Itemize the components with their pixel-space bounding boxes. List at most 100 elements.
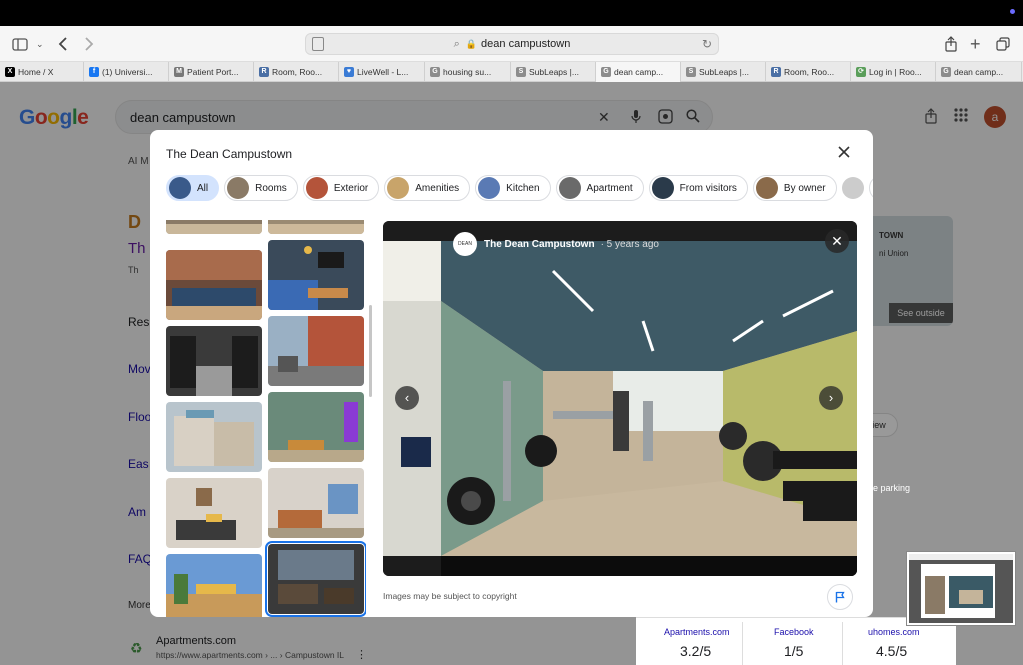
chip-thumbnail [227,177,250,199]
filter-chip-partial[interactable] [841,175,864,201]
thumbnail-image[interactable] [166,554,262,617]
rating-source-1[interactable]: Apartments.com [664,627,730,637]
previous-image-icon[interactable]: ‹ [395,386,419,410]
tab-bar: X Home / Xf (1) Universi... M Patient Port..… [0,62,1023,82]
filter-chip[interactable]: From visitors [648,175,748,201]
map-preview[interactable]: TOWN ni Union See outside [873,216,953,326]
chips-next-icon[interactable]: › [868,175,873,201]
browser-tab-label: dean camp... [614,67,664,77]
parking-text-partial: e parking [873,483,911,493]
back-icon[interactable] [58,34,68,54]
browser-tab[interactable]: ⟳ Log in | Roo... [851,62,936,82]
room-icon: R [771,67,781,77]
google-icon: G [941,67,951,77]
filter-chip[interactable]: By owner [752,175,837,201]
address-text: dean campustown [481,38,571,50]
browser-tab[interactable]: Ghousing su... [425,62,511,82]
close-modal-icon[interactable] [838,143,850,163]
filter-chip-label: Exterior [333,182,369,194]
rating-source-2[interactable]: Facebook [774,627,814,637]
thumbnail-image[interactable] [268,220,364,234]
browser-tab[interactable]: X Home / X [0,62,84,82]
sidebar-toggle-icon[interactable] [12,34,28,54]
filter-chip[interactable]: Amenities [384,175,471,201]
filter-chip-label: Amenities [415,182,460,194]
rating-source-3[interactable]: uhomes.com [868,627,920,637]
thumbnail-image[interactable] [268,240,364,310]
source-logo-icon: DEAN [453,232,477,256]
share-icon[interactable] [944,34,958,54]
new-tab-icon[interactable]: + [970,34,981,54]
browser-tab[interactable]: ♥ LiveWell - L... [339,62,425,82]
browser-tab-label: SubLeaps |... [529,67,579,77]
thumbnail-image-selected[interactable] [265,541,366,617]
browser-tab[interactable]: Gdean camp... [936,62,1022,82]
chip-thumbnail [387,177,410,199]
x-logo-icon: X [5,67,15,77]
address-bar[interactable]: ⌕ 🔒 dean campustown ↻ [305,33,719,55]
see-outside-button[interactable]: See outside [889,303,953,323]
chip-thumbnail [651,177,674,199]
filter-chip-label: From visitors [679,182,737,194]
thumbnail-image[interactable] [268,392,364,462]
report-flag-icon[interactable] [827,584,853,610]
lock-icon: 🔒 [465,38,478,49]
thumbnail-image[interactable] [268,468,364,538]
rating-score-2: 1/5 [784,643,804,659]
browser-tab[interactable]: R Room, Roo... [254,62,339,82]
filter-chip-label: All [197,182,209,194]
browser-tab-label: (1) Universi... [102,67,153,77]
forward-icon[interactable] [84,34,94,54]
tab-overview-icon[interactable] [996,34,1010,54]
chip-thumbnail [755,177,778,199]
browser-tab-label: Home / X [18,67,54,77]
browser-tab-label: Log in | Roo... [869,67,922,77]
chip-thumbnail [841,177,864,199]
thumbnail-image[interactable] [166,478,262,548]
close-viewer-icon[interactable]: ✕ [825,229,849,253]
image-source-header[interactable]: DEAN The Dean Campustown · 5 years ago [453,232,659,256]
thumbnail-image[interactable] [166,220,262,234]
browser-tab[interactable]: M Patient Port... [169,62,254,82]
browser-tab[interactable]: R Room, Roo... [766,62,851,82]
google-icon: G [601,67,611,77]
rating-score-1: 3.2/5 [680,643,712,659]
browser-tab-label: Room, Roo... [272,67,323,77]
thumbnail-image[interactable] [166,326,262,396]
google-icon: G [430,67,440,77]
chip-thumbnail [169,177,191,199]
browser-tab-label: dean camp... [954,67,1004,77]
filter-chip-label: Kitchen [506,182,540,194]
rating-divider [842,622,843,665]
chip-thumbnail [478,177,501,199]
image-time: · 5 years ago [600,238,659,250]
filter-chip[interactable]: Kitchen [475,175,551,201]
browser-tab[interactable]: S SubLeaps |... [681,62,766,82]
filter-chip[interactable]: Exterior [302,175,380,201]
browser-tab[interactable]: Gdean camp... [596,62,681,82]
filter-chip[interactable]: Apartment [555,175,644,201]
system-top-bar [0,0,1023,26]
thumbnail-image[interactable] [268,316,364,386]
rating-score-3: 4.5/5 [876,643,908,659]
browser-tab[interactable]: f (1) Universi... [84,62,169,82]
filter-chip[interactable]: Rooms [224,175,298,201]
thumbnail-scrollbar[interactable] [369,305,372,397]
filter-chip[interactable]: All [166,175,220,201]
login-icon: ⟳ [856,67,866,77]
gym-photo [383,221,857,576]
chevron-down-icon[interactable]: ⌄ [36,34,44,54]
thumbnail-image[interactable] [166,402,262,472]
next-image-icon[interactable]: › [819,386,843,410]
page-menu-icon[interactable] [312,37,324,51]
reload-icon[interactable]: ↻ [702,37,712,51]
browser-tab[interactable]: S SubLeaps |... [511,62,596,82]
image-source-name[interactable]: The Dean Campustown [484,239,595,250]
screenshot-preview-thumbnail[interactable] [907,552,1015,625]
room-icon: R [259,67,269,77]
filter-chips: All Rooms Exterior Amenities Kitchen Apartmen… [166,175,873,201]
browser-tab-label: LiveWell - L... [357,67,409,77]
thumbnail-image[interactable] [166,250,262,320]
search-icon: ⌕ [453,37,460,50]
portal-icon: M [174,67,184,77]
